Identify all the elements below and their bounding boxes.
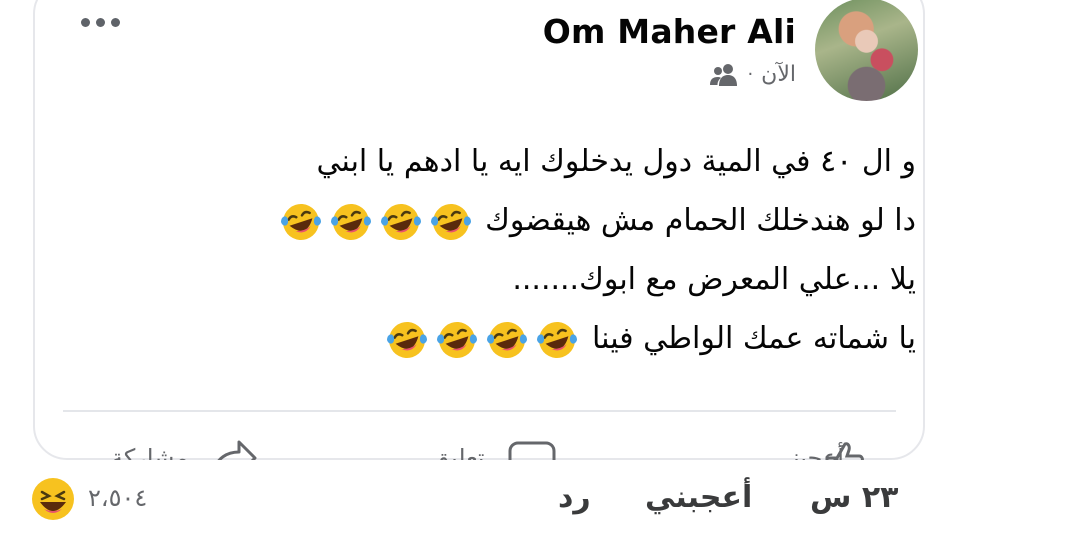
- laughing-crying-emoji: [485, 318, 529, 362]
- post-line: يلا ...علي المعرض مع ابوك.......: [512, 262, 916, 297]
- meta-separator: ·: [747, 64, 754, 85]
- comment-reply-button[interactable]: رد: [558, 480, 591, 515]
- laughing-crying-emoji: [435, 318, 479, 362]
- post-line: يا شماته عمك الواطي فينا: [116, 309, 916, 368]
- laughing-crying-emoji: [279, 200, 323, 244]
- post-line: دا لو هندخلك الحمام مش هيقضوك: [116, 191, 916, 250]
- post-meta: الآن ·: [709, 62, 796, 87]
- divider: [63, 410, 896, 412]
- post-author[interactable]: Om Maher Ali: [543, 12, 796, 51]
- avatar[interactable]: [815, 0, 918, 101]
- laughing-crying-emoji: [379, 200, 423, 244]
- laughing-crying-emoji: [385, 318, 429, 362]
- emoji-group: [382, 321, 582, 358]
- laughing-crying-emoji: [429, 200, 473, 244]
- friends-icon: [710, 63, 738, 86]
- post-time[interactable]: الآن: [761, 62, 796, 87]
- haha-reaction-icon[interactable]: [30, 476, 76, 522]
- action-bar: أعجبني تعليق مشاركة: [33, 440, 925, 460]
- post-body: و ال ٤٠ في المية دول يدخلوك ايه يا ادهم …: [116, 132, 916, 368]
- post-card: Om Maher Ali الآن · و ال ٤٠ في المية دول…: [33, 0, 925, 460]
- laughing-crying-emoji: [535, 318, 579, 362]
- comment-icon[interactable]: [507, 440, 557, 460]
- comment-action-label[interactable]: تعليق: [431, 444, 484, 460]
- more-options-icon[interactable]: [81, 18, 120, 27]
- share-icon[interactable]: [209, 440, 259, 460]
- comment-like-button[interactable]: أعجبني: [645, 480, 752, 515]
- post-line: و ال ٤٠ في المية دول يدخلوك ايه يا ادهم …: [316, 144, 916, 179]
- like-action-label[interactable]: أعجبني: [773, 444, 844, 460]
- reaction-count[interactable]: ٢،٥٠٤: [88, 484, 147, 512]
- share-action-label[interactable]: مشاركة: [111, 444, 188, 460]
- comment-time: ٢٣ س: [810, 480, 899, 515]
- emoji-group: [276, 203, 476, 240]
- laughing-crying-emoji: [329, 200, 373, 244]
